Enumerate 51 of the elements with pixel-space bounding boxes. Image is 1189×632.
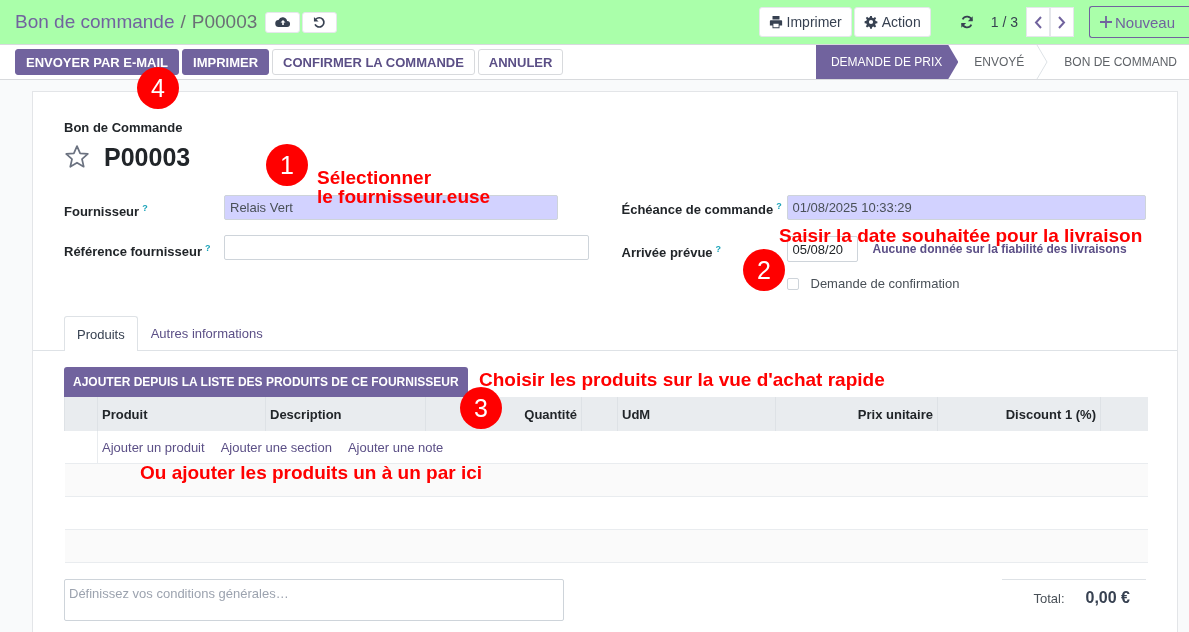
workflow-button[interactable]: ENVOYER PAR E-MAIL: [15, 49, 180, 75]
annotation-text: Choisir les produits sur la vue d'achat rapide: [479, 370, 885, 389]
add-line-link[interactable]: Ajouter une note: [347, 439, 444, 455]
total-label: Total:: [1033, 590, 1065, 606]
field-label: Échéance de commande: [621, 202, 774, 218]
checkbox[interactable]: [786, 277, 799, 290]
action-menu-button[interactable]: Action: [853, 7, 931, 37]
previous-button[interactable]: [1025, 7, 1050, 37]
add-line-link[interactable]: Ajouter une section: [220, 439, 332, 455]
gear-icon: [863, 15, 878, 29]
status-step[interactable]: DEMANDE DE PRIX: [815, 45, 959, 79]
field-label: Fournisseur: [64, 204, 140, 220]
total-value: 0,00 €: [1085, 589, 1130, 608]
date-field[interactable]: 01/08/2025 10:33:29: [786, 195, 1146, 220]
discard-button[interactable]: [302, 11, 338, 33]
record-name: P00003: [104, 142, 191, 172]
add-from-supplier-button[interactable]: AJOUTER DEPUIS LA LISTE DES PRODUITS DE CE FOURNISSEUR: [64, 367, 468, 398]
printer-icon: [768, 15, 783, 29]
form-caption: Bon de Commande: [64, 119, 184, 135]
record-title: P00003: [191, 11, 258, 33]
undo-icon: [313, 15, 327, 29]
column-header[interactable]: UdM: [622, 406, 651, 422]
print-menu-button[interactable]: Imprimer: [758, 7, 852, 37]
annotation-text: Ou ajouter les produits un à un par ici: [140, 463, 483, 482]
new-button[interactable]: Nouveau: [1088, 6, 1189, 38]
column-header[interactable]: Quantité: [524, 406, 577, 422]
tab[interactable]: Produits: [64, 316, 138, 352]
chevron-right-icon: [1057, 15, 1066, 29]
breadcrumb-separator: /: [180, 11, 186, 33]
breadcrumb-link[interactable]: Bon de commande: [15, 11, 175, 33]
terms-field[interactable]: Définissez vos conditions générales…: [64, 579, 564, 622]
save-button[interactable]: [265, 11, 301, 33]
field-label: Référence fournisseur: [64, 244, 202, 260]
workflow-button[interactable]: CONFIRMER LA COMMANDE: [272, 49, 475, 75]
workflow-button[interactable]: IMPRIMER: [182, 49, 270, 75]
cloud-upload-icon: [274, 16, 291, 28]
next-button[interactable]: [1049, 7, 1074, 37]
refresh-icon[interactable]: [959, 15, 974, 29]
field-label: Arrivée prévue: [621, 245, 713, 261]
column-header[interactable]: Produit: [102, 406, 148, 422]
workflow-button[interactable]: ANNULER: [477, 49, 564, 75]
pager-value: 1 / 3: [990, 14, 1018, 30]
plus-icon: [1099, 16, 1112, 28]
chevron-left-icon: [1033, 15, 1042, 29]
tab[interactable]: Autres informations: [137, 316, 276, 351]
add-line-link[interactable]: Ajouter un produit: [102, 439, 205, 455]
status-step[interactable]: BON DE COMMAND: [1048, 45, 1189, 79]
star-icon[interactable]: [64, 144, 90, 170]
input-field[interactable]: [224, 235, 589, 261]
status-step[interactable]: ENVOYÉ: [958, 45, 1037, 79]
checkbox-label: Demande de confirmation: [810, 276, 960, 292]
